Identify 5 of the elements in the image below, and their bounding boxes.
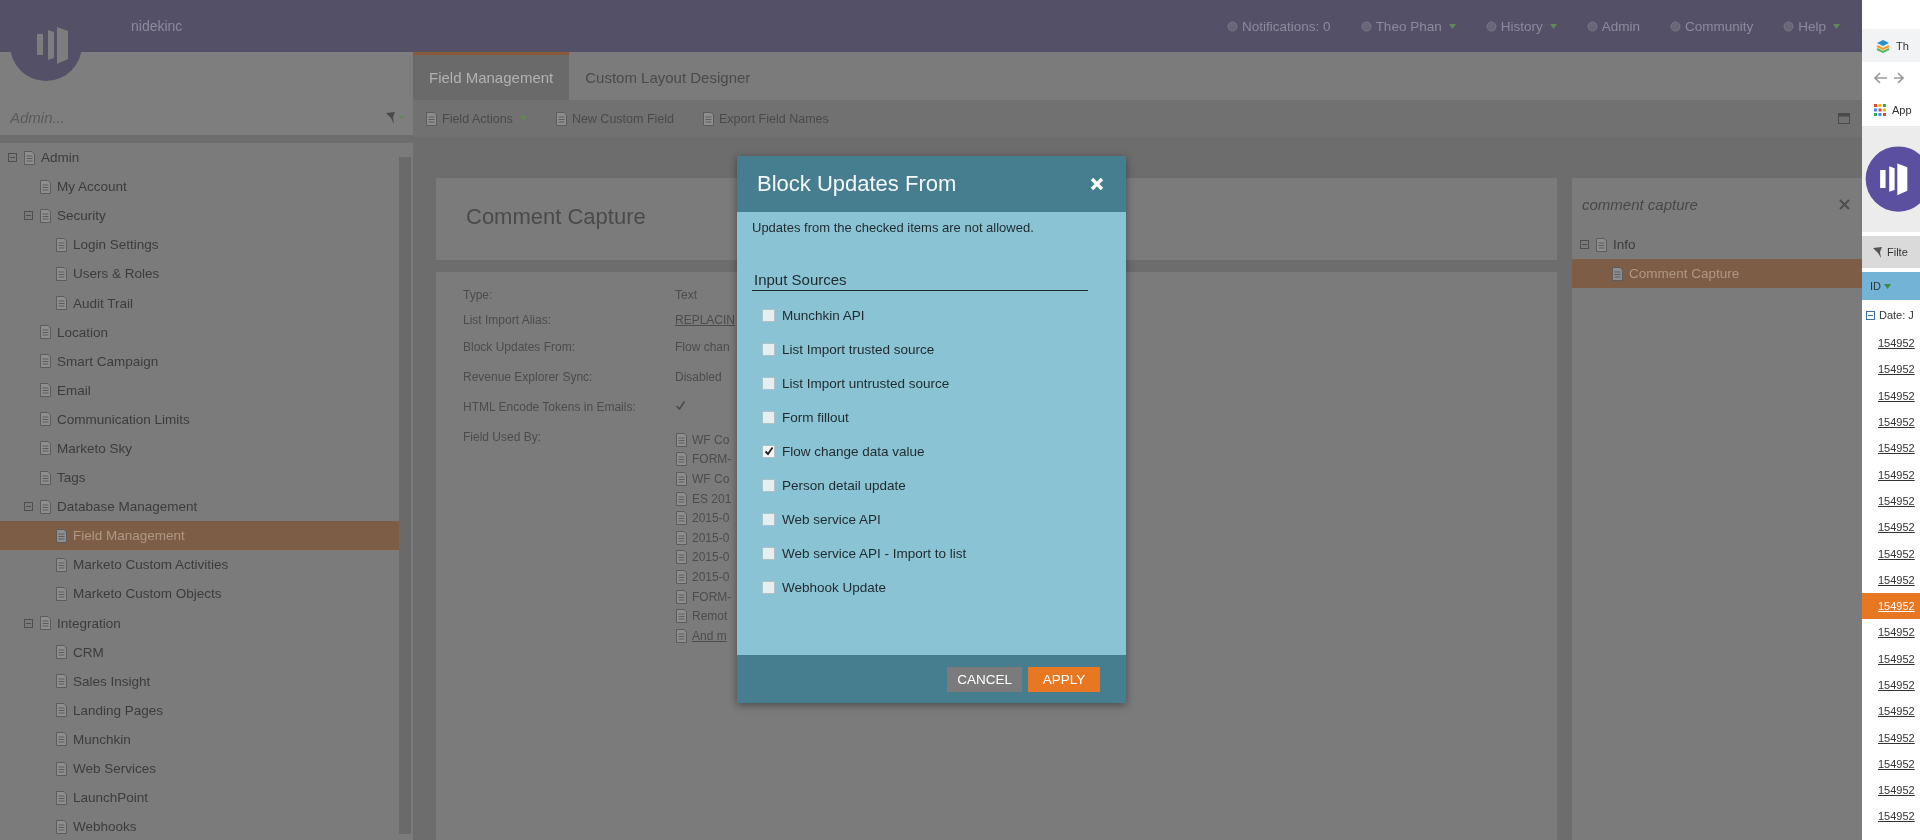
section-heading: Input Sources <box>752 271 1088 291</box>
dialog-message: Updates from the checked items are not allowed. <box>752 220 1035 235</box>
org-name: nidekinc <box>131 18 183 34</box>
group-label: Date: J <box>1879 309 1914 321</box>
dialog-title: Block Updates From <box>757 171 957 197</box>
